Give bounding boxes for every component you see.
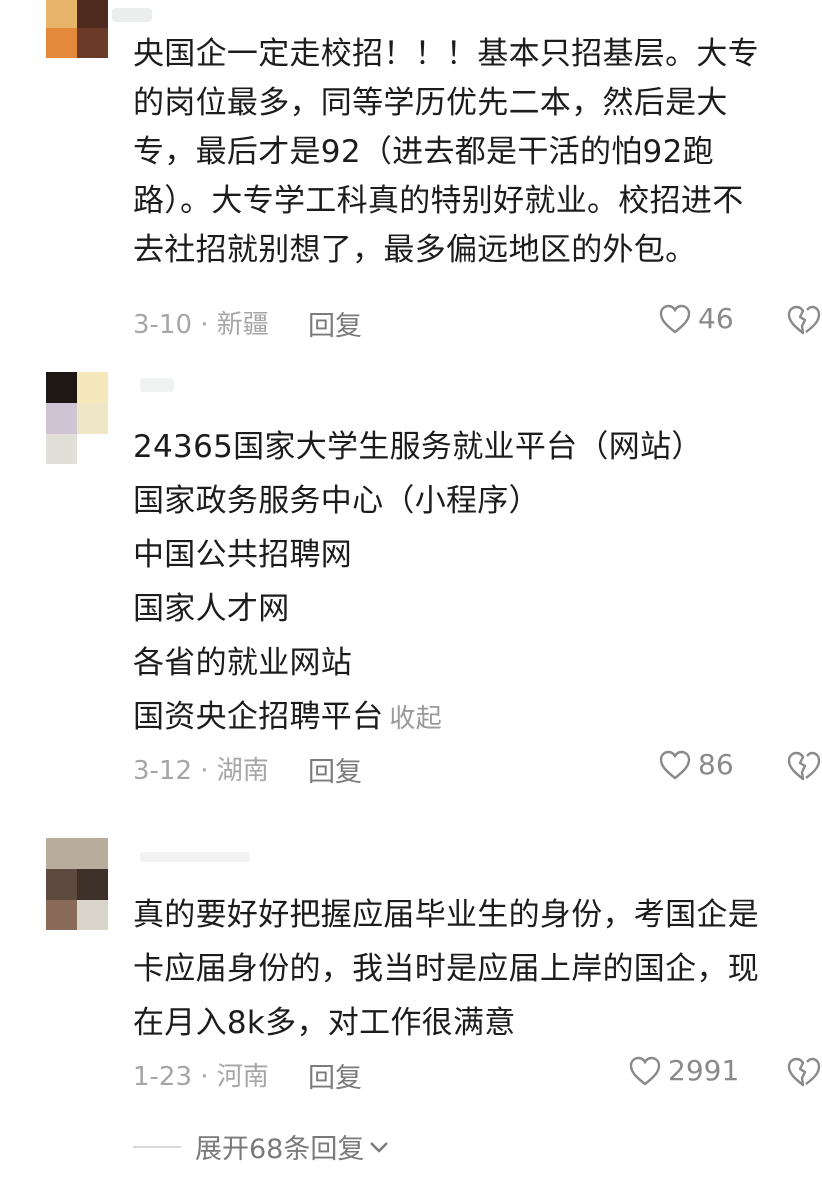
username-blurred[interactable] bbox=[140, 852, 250, 862]
heart-outline-icon bbox=[659, 304, 691, 334]
divider bbox=[133, 1145, 181, 1148]
avatar[interactable] bbox=[46, 0, 108, 58]
username-blurred[interactable] bbox=[112, 8, 152, 22]
like-count: 46 bbox=[698, 302, 734, 335]
comment-date-location: 1-23 · 河南 bbox=[133, 1062, 269, 1092]
reply-button[interactable]: 回复 bbox=[308, 304, 362, 343]
like-button[interactable]: 2991 bbox=[628, 1054, 739, 1087]
expand-replies-label: 展开68条回复 bbox=[195, 1134, 365, 1165]
comment-text: 24365国家大学生服务就业平台（网站） 国家政务服务中心（小程序） 中国公共招… bbox=[133, 429, 703, 735]
username-blurred[interactable] bbox=[140, 378, 174, 392]
comment-date-location: 3-10 · 新疆 bbox=[133, 310, 269, 340]
broken-heart-icon bbox=[787, 1057, 821, 1087]
comment-date-location: 3-12 · 湖南 bbox=[133, 756, 269, 786]
broken-heart-icon bbox=[787, 305, 821, 335]
reply-button[interactable]: 回复 bbox=[308, 1056, 362, 1095]
expand-replies-button[interactable]: 展开68条回复 bbox=[133, 1127, 390, 1166]
like-count: 2991 bbox=[668, 1054, 740, 1087]
like-button[interactable]: 46 bbox=[658, 302, 734, 335]
avatar[interactable] bbox=[46, 838, 108, 930]
reply-button[interactable]: 回复 bbox=[308, 750, 362, 789]
heart-outline-icon bbox=[629, 1056, 661, 1086]
like-count: 86 bbox=[698, 748, 734, 781]
collapse-link[interactable]: 收起 bbox=[389, 704, 442, 734]
avatar[interactable] bbox=[46, 372, 108, 464]
comment-text: 央国企一定走校招！！！基本只招基层。大专 的岗位最多，同等学历优先二本，然后是大… bbox=[133, 36, 759, 268]
heart-outline-icon bbox=[659, 750, 691, 780]
broken-heart-icon bbox=[787, 751, 821, 781]
comment-text: 真的要好好把握应届毕业生的身份，考国企是 卡应届身份的，我当时是应届上岸的国企，… bbox=[133, 897, 759, 1041]
dislike-button[interactable] bbox=[786, 1056, 822, 1092]
like-button[interactable]: 86 bbox=[658, 748, 734, 781]
dislike-button[interactable] bbox=[786, 750, 822, 786]
dislike-button[interactable] bbox=[786, 304, 822, 340]
chevron-down-icon bbox=[370, 1141, 389, 1153]
